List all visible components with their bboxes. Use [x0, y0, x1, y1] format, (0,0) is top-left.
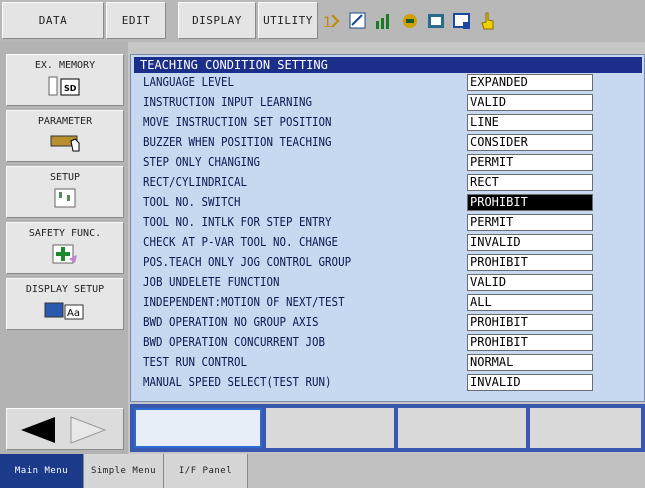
setting-row: INDEPENDENT:MOTION OF NEXT/TEST ALL: [143, 293, 641, 311]
setting-row: INSTRUCTION INPUT LEARNING VALID: [143, 93, 641, 111]
setting-row: TOOL NO. SWITCH PROHIBIT: [143, 193, 641, 211]
setting-row: MOVE INSTRUCTION SET POSITION LINE: [143, 113, 641, 131]
parameter-icon: [45, 131, 85, 156]
setting-label: TEST RUN CONTROL: [143, 355, 248, 369]
input-line: [130, 404, 645, 452]
window-icon[interactable]: [452, 11, 472, 31]
bottom-tab-bar: Main Menu Simple Menu I/F Panel: [0, 454, 645, 488]
tab-main-menu[interactable]: Main Menu: [0, 454, 84, 488]
job-edit-icon[interactable]: [348, 11, 368, 31]
setting-label: MANUAL SPEED SELECT(TEST RUN): [143, 375, 332, 389]
sidebar-item-parameter[interactable]: PARAMETER: [6, 110, 124, 162]
sidebar-item-ex-memory[interactable]: EX. MEMORY SD: [6, 54, 124, 106]
menu-data-button[interactable]: DATA: [2, 2, 104, 39]
setting-label: LANGUAGE LEVEL: [143, 75, 235, 89]
sidebar-item-setup[interactable]: SETUP: [6, 166, 124, 218]
top-menu-bar: DATA EDIT DISPLAY UTILITY 1: [0, 0, 645, 42]
setting-value[interactable]: RECT: [467, 174, 593, 191]
setting-label: JOB UNDELETE FUNCTION: [143, 275, 280, 289]
speed-bar-icon[interactable]: [374, 11, 394, 31]
teaching-condition-window: TEACHING CONDITION SETTING LANGUAGE LEVE…: [130, 54, 645, 402]
setting-value[interactable]: ALL: [467, 294, 593, 311]
setting-label: BWD OPERATION CONCURRENT JOB: [143, 335, 326, 349]
setting-value[interactable]: INVALID: [467, 374, 593, 391]
setting-label: INDEPENDENT:MOTION OF NEXT/TEST: [143, 295, 345, 309]
sidebar-item-display-setup[interactable]: DISPLAY SETUP Aa: [6, 278, 124, 330]
setting-value[interactable]: CONSIDER: [467, 134, 593, 151]
hand-pointer-icon[interactable]: [478, 11, 498, 31]
setting-label: BWD OPERATION NO GROUP AXIS: [143, 315, 319, 329]
page-forward-arrow-icon[interactable]: [67, 415, 111, 449]
setting-label: TOOL NO. SWITCH: [143, 195, 241, 209]
page-title: TEACHING CONDITION SETTING: [134, 57, 642, 73]
tab-simple-menu[interactable]: Simple Menu: [84, 454, 164, 488]
setting-row: POS.TEACH ONLY JOG CONTROL GROUP PROHIBI…: [143, 253, 641, 271]
setting-row: STEP ONLY CHANGING PERMIT: [143, 153, 641, 171]
sidebar-item-safety-func[interactable]: SAFETY FUNC.: [6, 222, 124, 274]
tab-if-panel[interactable]: I/F Panel: [164, 454, 248, 488]
setting-label: RECT/CYLINDRICAL: [143, 175, 248, 189]
svg-text:Aa: Aa: [67, 308, 80, 319]
svg-text:1: 1: [323, 15, 332, 31]
teach-mode-icon[interactable]: [426, 11, 446, 31]
sidebar-item-label: SETUP: [49, 172, 81, 183]
left-sidebar: EX. MEMORY SD PARAMETER SETUP SAFETY FUN…: [0, 42, 128, 454]
setting-row: JOB UNDELETE FUNCTION VALID: [143, 273, 641, 291]
setting-value[interactable]: PROHIBIT: [467, 314, 593, 331]
page-navigation: [6, 408, 124, 450]
input-box[interactable]: [134, 408, 262, 448]
message-box: [398, 408, 526, 448]
setting-row: RECT/CYLINDRICAL RECT: [143, 173, 641, 191]
message-box: [266, 408, 394, 448]
setting-value[interactable]: VALID: [467, 94, 593, 111]
setting-label: CHECK AT P-VAR TOOL NO. CHANGE: [143, 235, 339, 249]
menu-edit-button[interactable]: EDIT: [106, 2, 166, 39]
setting-value[interactable]: EXPANDED: [467, 74, 593, 91]
setting-label: POS.TEACH ONLY JOG CONTROL GROUP: [143, 255, 352, 269]
sd-card-icon: SD: [45, 75, 85, 100]
setting-label: STEP ONLY CHANGING: [143, 155, 261, 169]
setting-value[interactable]: PERMIT: [467, 154, 593, 171]
menu-utility-button[interactable]: UTILITY: [258, 2, 318, 39]
setup-icon: [45, 187, 85, 212]
setting-row: CHECK AT P-VAR TOOL NO. CHANGE INVALID: [143, 233, 641, 251]
page-back-arrow-icon[interactable]: [15, 415, 59, 449]
sidebar-item-label: PARAMETER: [37, 116, 93, 127]
setting-row: BWD OPERATION CONCURRENT JOB PROHIBIT: [143, 333, 641, 351]
display-setup-icon: Aa: [43, 299, 87, 324]
svg-text:SD: SD: [64, 84, 77, 93]
setting-value[interactable]: INVALID: [467, 234, 593, 251]
sidebar-item-label: SAFETY FUNC.: [28, 228, 102, 239]
sidebar-item-label: DISPLAY SETUP: [25, 284, 105, 295]
menu-display-button[interactable]: DISPLAY: [178, 2, 256, 39]
setting-label: MOVE INSTRUCTION SET POSITION: [143, 115, 332, 129]
setting-value[interactable]: PROHIBIT: [467, 334, 593, 351]
setting-row: TOOL NO. INTLK FOR STEP ENTRY PERMIT: [143, 213, 641, 231]
setting-value[interactable]: NORMAL: [467, 354, 593, 371]
setting-label: BUZZER WHEN POSITION TEACHING: [143, 135, 332, 149]
status-icons: 1: [322, 2, 498, 39]
setting-value[interactable]: PERMIT: [467, 214, 593, 231]
coordinate-icon[interactable]: 1: [322, 11, 342, 31]
setting-row: TEST RUN CONTROL NORMAL: [143, 353, 641, 371]
setting-row: BWD OPERATION NO GROUP AXIS PROHIBIT: [143, 313, 641, 331]
setting-value[interactable]: PROHIBIT: [467, 254, 593, 271]
setting-value[interactable]: LINE: [467, 114, 593, 131]
setting-value[interactable]: VALID: [467, 274, 593, 291]
message-box: [530, 408, 641, 448]
setting-value-selected[interactable]: PROHIBIT: [467, 194, 593, 211]
robot-icon[interactable]: [400, 11, 420, 31]
setting-row: MANUAL SPEED SELECT(TEST RUN) INVALID: [143, 373, 641, 391]
sidebar-item-label: EX. MEMORY: [34, 60, 96, 71]
setting-label: TOOL NO. INTLK FOR STEP ENTRY: [143, 215, 332, 229]
setting-row: LANGUAGE LEVEL EXPANDED: [143, 73, 641, 91]
setting-label: INSTRUCTION INPUT LEARNING: [143, 95, 313, 109]
safety-icon: [45, 243, 85, 268]
setting-row: BUZZER WHEN POSITION TEACHING CONSIDER: [143, 133, 641, 151]
